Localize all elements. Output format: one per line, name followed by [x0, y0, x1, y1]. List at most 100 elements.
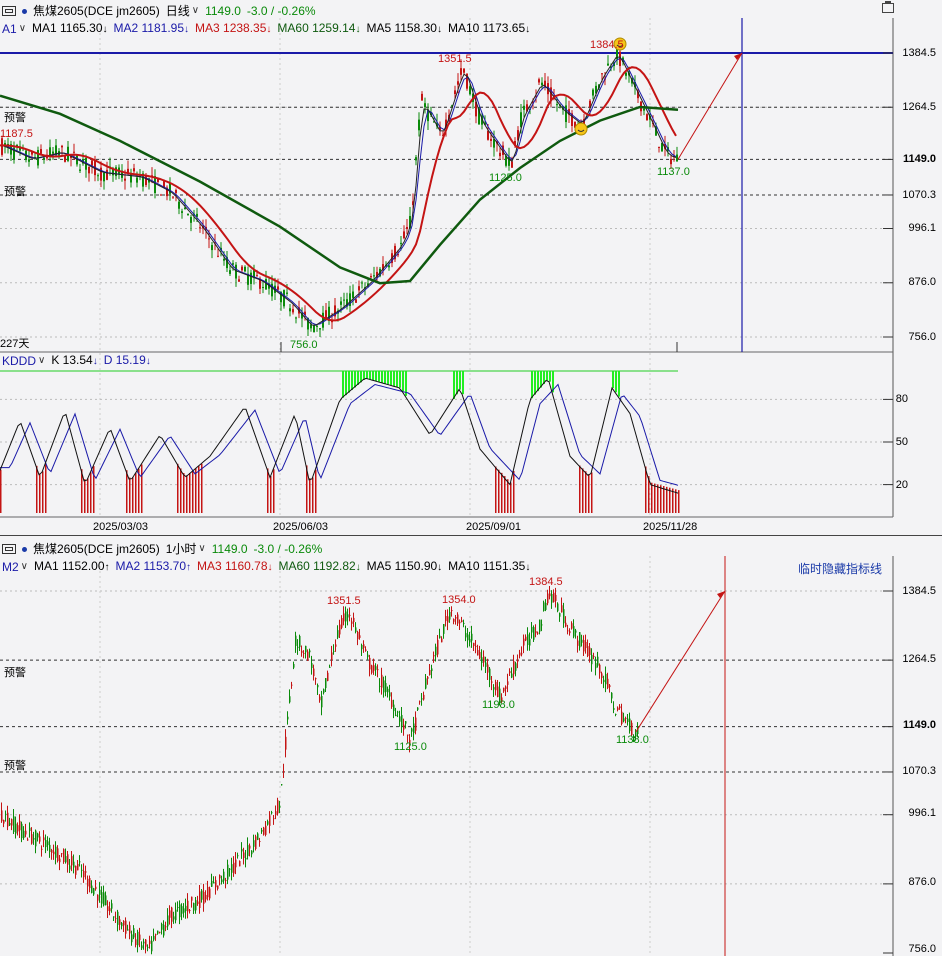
daily-title-bar: 焦煤2605(DCE jm2605) 日线 ∨ 1149.0 -3.0 / -0…	[0, 2, 316, 20]
candle	[127, 929, 129, 931]
candle	[137, 931, 139, 946]
indicator-bar	[660, 485, 662, 513]
candle	[355, 299, 357, 303]
indicator-bar	[546, 371, 548, 381]
indicator-k: K 13.54↓	[51, 353, 98, 367]
daily-chart-canvas[interactable]	[0, 0, 942, 536]
window-restore-icon[interactable]	[2, 6, 16, 16]
candle	[303, 652, 305, 654]
indicator-bar	[186, 475, 188, 513]
candle	[433, 654, 435, 657]
indicator-bar	[510, 482, 512, 513]
candle	[521, 653, 523, 655]
candle	[455, 617, 457, 619]
candle	[143, 941, 145, 944]
candle	[523, 638, 525, 646]
candle	[157, 930, 159, 934]
alert-label[interactable]: 预警	[4, 183, 26, 199]
candle	[145, 175, 147, 186]
candle	[591, 654, 593, 665]
candle	[199, 891, 201, 908]
candle	[241, 849, 243, 852]
candle	[453, 618, 455, 622]
period-selector[interactable]: 日线 ∨	[166, 2, 199, 20]
candle	[61, 145, 63, 148]
candle	[460, 68, 462, 75]
candle	[285, 736, 287, 750]
ma-group-selector[interactable]: M2 ∨	[2, 558, 28, 576]
candle	[447, 616, 449, 623]
indicator-bar	[177, 463, 179, 513]
candle	[29, 827, 31, 831]
candle	[229, 270, 231, 274]
alert-label[interactable]: 预警	[4, 109, 26, 125]
candle	[238, 279, 240, 282]
settings-icon[interactable]	[882, 1, 894, 13]
ma-group-selector[interactable]: A1 ∨	[2, 20, 26, 38]
candle	[160, 194, 162, 196]
candle	[493, 687, 495, 690]
candle	[9, 822, 11, 826]
candle	[97, 894, 99, 901]
hide-indicator-link[interactable]: 临时隐藏指标线	[798, 560, 882, 577]
indicator-bar	[309, 478, 311, 513]
hourly-chart-pane[interactable]: 焦煤2605(DCE jm2605) 1小时 ∨ 1149.0 -3.0 / -…	[0, 538, 942, 956]
alert-label[interactable]: 预警	[4, 664, 26, 680]
axis-label: 1070.3	[902, 765, 936, 777]
indicator-bar	[378, 371, 380, 382]
indicator-bar	[513, 470, 515, 513]
candle	[89, 878, 91, 889]
ma-value: MA60 1259.14↓	[277, 21, 361, 35]
alert-label[interactable]: 预警	[4, 757, 26, 773]
candle	[507, 681, 509, 685]
candle	[209, 888, 211, 899]
candle	[471, 633, 473, 641]
candle	[352, 291, 354, 298]
candle	[670, 158, 672, 165]
candle	[365, 649, 367, 651]
candle	[155, 934, 157, 936]
period-selector[interactable]: 1小时 ∨	[166, 540, 206, 558]
candle	[529, 638, 531, 646]
candle	[421, 698, 423, 700]
indicator-name: KDDD	[2, 354, 37, 368]
indicator-axis-label: 80	[895, 393, 908, 405]
candle	[145, 939, 147, 947]
candle	[313, 668, 315, 677]
indicator-selector[interactable]: KDDD ∨	[2, 352, 45, 370]
indicator-bar	[384, 371, 386, 384]
indicator-bar	[654, 483, 656, 513]
candle	[88, 166, 90, 174]
candle	[135, 939, 137, 946]
candle	[527, 634, 529, 646]
indicator-bar	[198, 466, 200, 513]
candle	[559, 613, 561, 617]
candle	[443, 624, 445, 634]
candle	[79, 169, 81, 171]
candle	[646, 114, 648, 121]
daily-chart-pane[interactable]: 焦煤2605(DCE jm2605) 日线 ∨ 1149.0 -3.0 / -0…	[0, 0, 942, 536]
candle	[205, 894, 207, 900]
price-change: -3.0 / -0.26%	[246, 4, 316, 18]
candle	[103, 172, 105, 182]
indicator-bar	[201, 463, 203, 513]
candle	[599, 664, 601, 674]
candle	[341, 618, 343, 628]
indicator-bar	[666, 486, 668, 513]
candle	[123, 920, 125, 926]
candle	[277, 286, 279, 290]
candle	[419, 701, 421, 703]
candle	[64, 155, 66, 162]
candle	[299, 635, 301, 648]
candle	[43, 837, 45, 841]
indicator-bar	[357, 371, 359, 385]
candle	[579, 632, 581, 648]
candle	[265, 825, 267, 835]
indicator-bar	[399, 371, 401, 388]
indicator-bar	[678, 490, 680, 513]
ma-value: MA2 1181.95↓	[113, 21, 190, 35]
window-restore-icon[interactable]	[2, 544, 16, 554]
current-price-axis-label: 1149.0	[902, 153, 936, 165]
candle	[283, 290, 285, 307]
candle	[583, 640, 585, 652]
